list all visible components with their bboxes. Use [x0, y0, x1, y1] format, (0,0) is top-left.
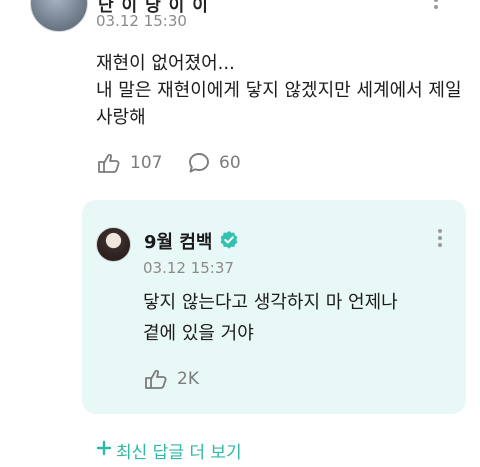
post-comment-button[interactable]: 60 — [187, 151, 241, 175]
post-like-button[interactable]: 107 — [96, 151, 162, 175]
reply-date: 03.12 15:37 — [143, 259, 234, 277]
reply-author-avatar[interactable] — [96, 227, 131, 262]
post-comment-count: 60 — [219, 153, 241, 173]
like-icon — [96, 151, 122, 175]
reply-like-count: 2K — [177, 369, 199, 389]
like-icon — [143, 367, 169, 391]
post-text: 재현이 없어졌어... 내 말은 재현이에게 닿지 않겠지만 세계에서 제일 사… — [96, 53, 462, 128]
comment-icon — [187, 151, 211, 175]
reply-author-name[interactable]: 9월 컴백 — [144, 228, 212, 254]
reply-like-button[interactable]: 2K — [143, 367, 199, 391]
post-kebab-menu-icon[interactable] — [433, 0, 439, 12]
post-like-count: 107 — [130, 153, 163, 173]
post-date: 03.12 15:30 — [96, 12, 187, 30]
verified-badge-icon — [219, 230, 239, 254]
more-replies-label: 최신 답글 더 보기 — [116, 443, 242, 463]
reply-text: 닿지 않는다고 생각하지 마 언제나 곁에 있을 거야 — [143, 292, 398, 344]
post-author-avatar[interactable] — [30, 0, 88, 32]
more-replies-link[interactable]: 최신 답글 더 보기 — [96, 438, 242, 463]
plus-icon — [96, 440, 112, 461]
reply-kebab-menu-icon[interactable] — [437, 229, 443, 250]
